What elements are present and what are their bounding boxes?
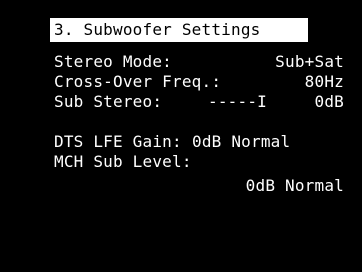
crossover-freq-row[interactable]: Cross-Over Freq.: 80Hz (54, 72, 344, 92)
mch-sub-level-label: MCH Sub Level: (54, 152, 192, 171)
crossover-freq-value: 80Hz (304, 72, 344, 91)
sub-stereo-slider: -----I (208, 92, 267, 111)
osd-screen: 3. Subwoofer Settings Stereo Mode: Sub+S… (0, 0, 362, 272)
stereo-mode-label: Stereo Mode: (54, 52, 172, 71)
mch-sub-level-row[interactable]: MCH Sub Level: (54, 152, 344, 172)
mch-sub-level-value: 0dB Normal (245, 176, 344, 195)
menu-title: 3. Subwoofer Settings (50, 18, 308, 42)
dts-lfe-gain-value: 0dB Normal (192, 132, 291, 151)
sub-stereo-label: Sub Stereo: (54, 92, 163, 111)
crossover-freq-label: Cross-Over Freq.: (54, 72, 222, 91)
dts-lfe-gain-row[interactable]: DTS LFE Gain: 0dB Normal (54, 132, 344, 152)
sub-stereo-value: 0dB (314, 92, 344, 111)
dts-lfe-gain-label: DTS LFE Gain: (54, 132, 182, 151)
stereo-mode-row[interactable]: Stereo Mode: Sub+Sat (54, 52, 344, 72)
sub-stereo-row[interactable]: Sub Stereo: -----I 0dB (54, 92, 344, 112)
stereo-mode-value: Sub+Sat (275, 52, 344, 71)
mch-sub-level-value-row: 0dB Normal (54, 176, 344, 196)
